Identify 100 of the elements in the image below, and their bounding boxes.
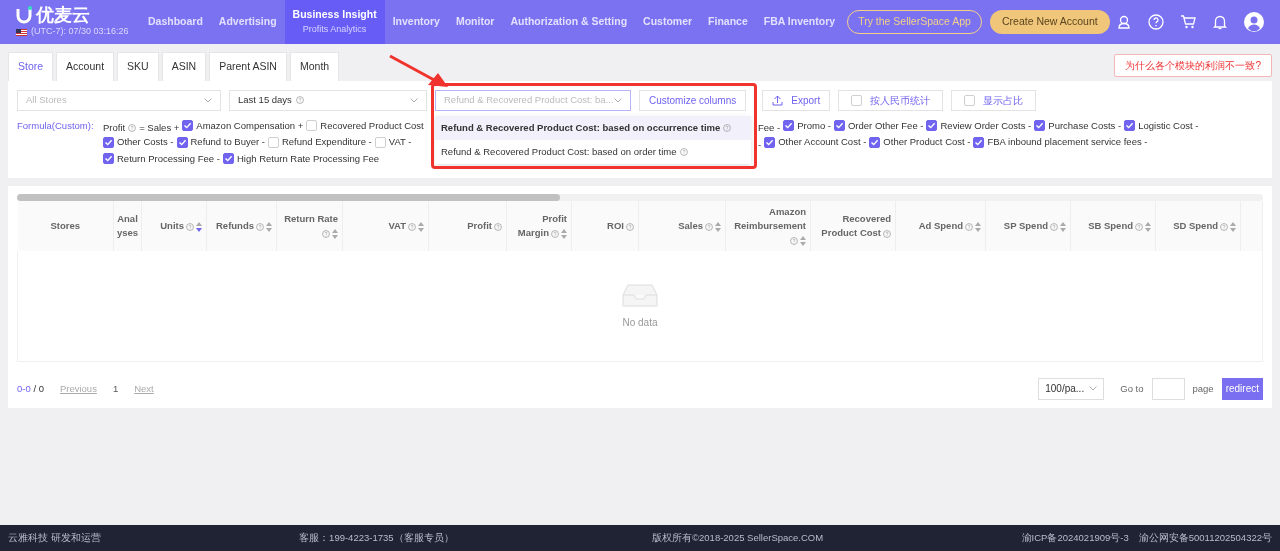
formula-term: Promo - [797, 118, 831, 133]
column-header: Stores [17, 201, 114, 252]
checkbox[interactable] [103, 153, 114, 165]
formula-term: Logistic Cost - [1138, 118, 1199, 133]
nav-item[interactable]: Dashboard [140, 0, 211, 44]
formula-term: High Return Rate Processing Fee [236, 151, 379, 166]
footer-text: 客服：199-4223-1735（客服专员） [299, 530, 454, 545]
cart-icon[interactable] [1180, 14, 1196, 30]
profit-difference-button[interactable]: 为什么各个模块的利润不一致? [1114, 53, 1272, 77]
checkbox[interactable] [176, 136, 188, 148]
formula-term: Amazon Compensation + [196, 118, 304, 133]
scrollbar-thumb[interactable] [17, 194, 560, 202]
checkbox[interactable] [973, 136, 985, 148]
sort-icon[interactable] [715, 221, 721, 232]
chevron-down-icon [204, 97, 212, 103]
help-icon [295, 96, 304, 105]
sort-icon[interactable] [1145, 221, 1151, 232]
formula-term: - [758, 137, 762, 152]
sort-icon[interactable] [800, 235, 806, 246]
page-input[interactable] [1151, 377, 1185, 400]
nav-item[interactable]: Inventory [384, 0, 448, 44]
checkbox[interactable] [103, 136, 114, 148]
formula-term: Order Other Fee - [848, 118, 924, 133]
create-account-button[interactable]: Create New Account [989, 10, 1110, 34]
date-range-select[interactable]: Last 15 days [229, 89, 427, 111]
nav-item[interactable]: Advertising [210, 0, 285, 44]
sort-icon[interactable] [1060, 221, 1066, 232]
page-size-select[interactable]: 100/pa... [1038, 377, 1105, 400]
formula-term: Review Order Costs - [940, 118, 1032, 133]
checkbox[interactable] [222, 153, 234, 165]
nav-item[interactable]: Finance [700, 0, 756, 44]
sort-icon[interactable] [975, 221, 981, 232]
chevron-down-icon [410, 97, 418, 103]
formula-term: VAT - [388, 135, 412, 150]
nav-item[interactable]: Customer [635, 0, 701, 44]
tab[interactable]: Parent ASIN [209, 52, 287, 81]
column-header[interactable]: Ad Spend [895, 201, 986, 252]
sort-icon[interactable] [1230, 221, 1236, 232]
formula-term: Refund to Buyer - [190, 135, 265, 150]
empty-inbox-icon [622, 282, 658, 307]
bell-icon[interactable] [1212, 14, 1228, 30]
column-header[interactable]: Profit Margin [506, 201, 572, 252]
column-header[interactable]: SB Spend [1070, 201, 1156, 252]
formula-term: = Sales + [139, 121, 180, 136]
tab[interactable]: ASIN [161, 52, 207, 81]
page-number[interactable]: 1 [112, 381, 119, 396]
chevron-down-icon [1089, 386, 1098, 392]
dropdown-option[interactable]: Refund & Recovered Product Cost: based on occurrence time [435, 115, 751, 140]
checkbox[interactable] [926, 120, 938, 132]
empty-message: No data [622, 315, 658, 330]
column-header[interactable]: Return Rate [276, 201, 343, 252]
footer-text: 渝ICP备2024021909号-3 渝公网安备50011202504322号 [1021, 530, 1272, 545]
column-header[interactable]: Refunds [206, 201, 277, 252]
column-header[interactable]: Units [141, 201, 207, 252]
formula-term: Other Account Cost - [778, 135, 867, 150]
goto-label: Go to [1120, 381, 1144, 396]
checkbox[interactable] [783, 120, 795, 132]
column-header[interactable]: Sales [638, 201, 726, 252]
sort-icon[interactable] [561, 228, 567, 239]
column-header[interactable]: SP Spend [985, 201, 1071, 252]
column-header[interactable]: VAT [342, 201, 429, 252]
sort-icon[interactable] [266, 221, 272, 232]
sort-icon[interactable] [332, 228, 338, 239]
redirect-button[interactable]: redirect [1221, 377, 1263, 400]
checkbox[interactable] [764, 136, 776, 148]
logo-text: 优麦云 [36, 5, 90, 26]
formula-term: Return Processing Fee - [117, 151, 220, 166]
checkbox-toggle[interactable]: 按人民币统计 [838, 89, 944, 111]
column-header: ROI [571, 201, 639, 252]
checkbox-toggle[interactable]: 显示占比 [951, 89, 1037, 111]
help-icon [679, 148, 688, 157]
formula-term: Refund Expenditure - [281, 135, 372, 150]
formula-term: Fee - [758, 121, 781, 136]
checkbox[interactable] [869, 136, 881, 148]
nav-item[interactable]: Authorization & Setting [502, 0, 636, 44]
checkbox[interactable] [182, 120, 194, 132]
checkbox[interactable] [1124, 120, 1136, 132]
column-header: Profit [428, 201, 507, 252]
tab[interactable]: Account [56, 52, 115, 81]
sort-icon[interactable] [196, 221, 202, 232]
nav-item[interactable]: Monitor [447, 0, 503, 44]
checkbox[interactable] [834, 120, 845, 132]
tab[interactable]: SKU [117, 52, 159, 81]
help-icon[interactable] [1148, 14, 1164, 30]
page-range: 0-0 / 0 [17, 381, 44, 396]
help-icon [723, 123, 732, 132]
formula-term: FBA inbound placement service fees - [987, 135, 1148, 150]
tab[interactable]: Month [289, 52, 340, 81]
dropdown-option[interactable]: Refund & Recovered Product Cost: based on order time [435, 140, 751, 165]
nav-item[interactable]: Business Insight Profits Analytics [284, 0, 385, 44]
nav-item[interactable]: FBA Inventory [755, 0, 844, 44]
export-button[interactable]: Export [762, 89, 831, 111]
sort-icon[interactable] [418, 221, 424, 232]
avatar-icon[interactable] [1244, 12, 1264, 32]
column-header: Analyses [113, 201, 142, 252]
column-header[interactable]: Amazon Reimbursement [725, 201, 811, 252]
column-header[interactable]: SD Spend [1155, 201, 1241, 252]
tab[interactable]: Store [8, 52, 54, 81]
customize-columns-button[interactable]: Customize columns [639, 89, 747, 111]
checkbox[interactable] [1034, 120, 1046, 132]
